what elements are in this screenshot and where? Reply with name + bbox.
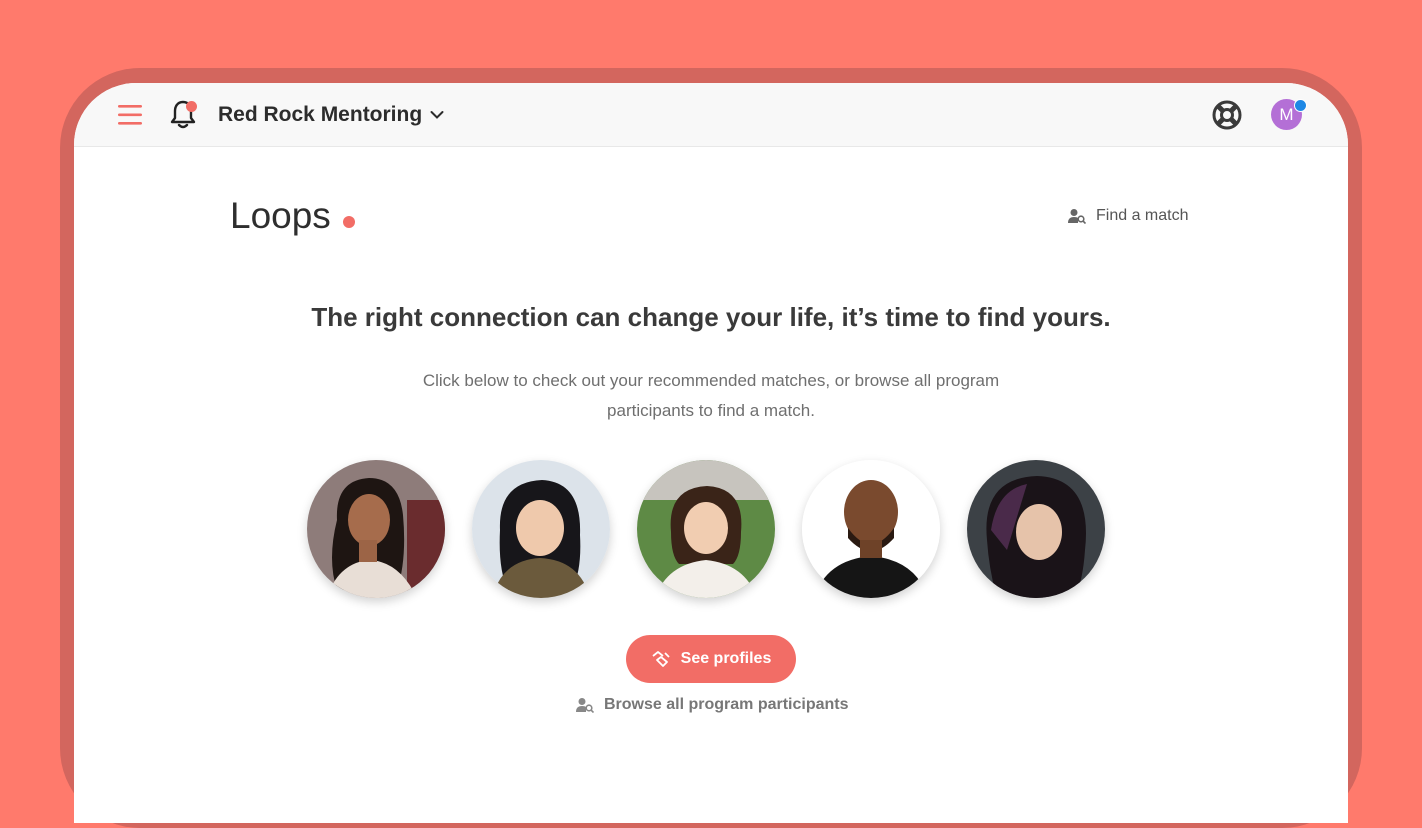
- org-name: Red Rock Mentoring: [218, 103, 423, 126]
- avatar-status-dot: [1294, 99, 1307, 112]
- chevron-down-icon: [430, 111, 444, 119]
- menu-icon[interactable]: [118, 103, 144, 127]
- see-profiles-button[interactable]: See profiles: [626, 635, 796, 683]
- org-switcher[interactable]: Red Rock Mentoring: [218, 101, 444, 129]
- person-search-icon: [1068, 209, 1086, 224]
- see-profiles-label: See profiles: [680, 650, 772, 667]
- top-bar: Red Rock Mentoring M: [74, 83, 1348, 147]
- hero-headline: The right connection can change your lif…: [311, 302, 1111, 332]
- browse-label: Browse all program participants: [604, 696, 849, 713]
- participant-photo: [802, 460, 940, 598]
- participant-photo: [637, 460, 775, 598]
- find-match-link[interactable]: Find a match: [1068, 207, 1188, 225]
- participant-photo: [307, 460, 445, 598]
- app-screen: Red Rock Mentoring M Loops Find a match …: [74, 83, 1348, 823]
- participant-photo: [967, 460, 1105, 598]
- person-search-icon: [576, 698, 594, 713]
- hands-icon: [652, 651, 670, 667]
- notification-dot: [186, 101, 197, 112]
- hero-subtext: Click below to check out your recommende…: [422, 371, 1000, 420]
- page-title: Loops: [230, 195, 331, 236]
- browse-participants-link[interactable]: Browse all program participants: [576, 696, 849, 714]
- help-lifebuoy-icon[interactable]: [1210, 98, 1244, 132]
- participant-photos: [307, 460, 1105, 598]
- participant-photo: [472, 460, 610, 598]
- title-accent-dot: [343, 216, 355, 228]
- find-match-label: Find a match: [1096, 207, 1189, 224]
